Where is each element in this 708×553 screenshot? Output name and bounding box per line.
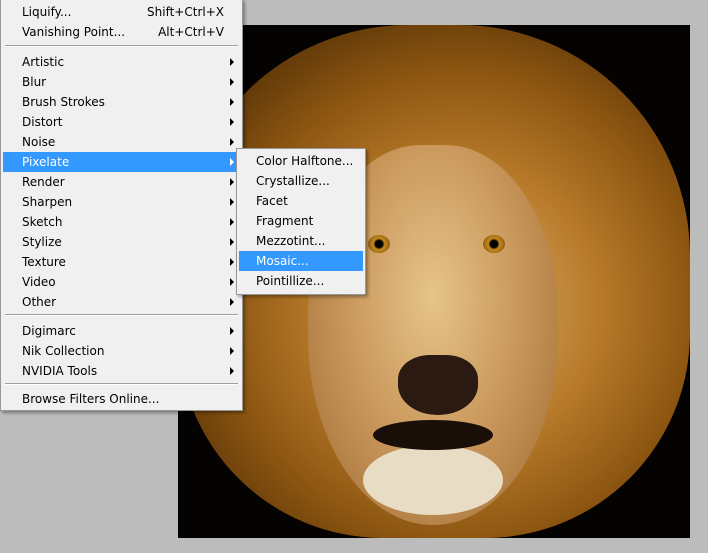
menu-item-label: Noise [22, 135, 56, 149]
menu-item-nvidia-tools[interactable]: NVIDIA Tools [3, 361, 240, 381]
menu-item-label: Other [22, 295, 57, 309]
menu-item-label: Video [22, 275, 56, 289]
menu-item-vanishing-point[interactable]: Vanishing Point... Alt+Ctrl+V [3, 22, 240, 42]
menu-item-label: Brush Strokes [22, 95, 105, 109]
submenu-arrow-icon [230, 158, 234, 166]
menu-item-artistic[interactable]: Artistic [3, 52, 240, 72]
submenu-arrow-icon [230, 327, 234, 335]
submenu-arrow-icon [230, 218, 234, 226]
menu-separator [5, 383, 238, 385]
submenu-arrow-icon [230, 278, 234, 286]
menu-item-stylize[interactable]: Stylize [3, 232, 240, 252]
menu-item-label: Pointillize... [256, 274, 325, 288]
menu-item-label: Digimarc [22, 324, 76, 338]
menu-item-label: Vanishing Point... [22, 25, 126, 39]
menu-item-sharpen[interactable]: Sharpen [3, 192, 240, 212]
submenu-arrow-icon [230, 78, 234, 86]
menu-item-label: Texture [22, 255, 66, 269]
menu-item-facet[interactable]: Facet [239, 191, 363, 211]
menu-item-noise[interactable]: Noise [3, 132, 240, 152]
pixelate-submenu: Color Halftone... Crystallize... Facet Frag… [236, 148, 366, 295]
menu-item-label: Fragment [256, 214, 314, 228]
menu-item-label: Sharpen [22, 195, 73, 209]
submenu-arrow-icon [230, 58, 234, 66]
menu-item-video[interactable]: Video [3, 272, 240, 292]
submenu-arrow-icon [230, 118, 234, 126]
menu-item-label: Crystallize... [256, 174, 330, 188]
menu-item-label: Nik Collection [22, 344, 105, 358]
menu-item-label: Browse Filters Online... [22, 392, 160, 406]
submenu-arrow-icon [230, 258, 234, 266]
menu-item-color-halftone[interactable]: Color Halftone... [239, 151, 363, 171]
submenu-arrow-icon [230, 238, 234, 246]
submenu-arrow-icon [230, 367, 234, 375]
menu-item-liquify[interactable]: Liquify... Shift+Ctrl+X [3, 2, 240, 22]
menu-item-label: Sketch [22, 215, 63, 229]
menu-item-label: Stylize [22, 235, 62, 249]
menu-item-label: Mosaic... [256, 254, 309, 268]
menu-separator [5, 45, 238, 47]
menu-item-label: Render [22, 175, 65, 189]
menu-separator [5, 314, 238, 316]
menu-item-other[interactable]: Other [3, 292, 240, 312]
menu-item-mezzotint[interactable]: Mezzotint... [239, 231, 363, 251]
submenu-arrow-icon [230, 178, 234, 186]
menu-item-sketch[interactable]: Sketch [3, 212, 240, 232]
filter-menu: Liquify... Shift+Ctrl+X Vanishing Point..… [0, 0, 243, 411]
menu-item-label: Distort [22, 115, 63, 129]
menu-item-label: Blur [22, 75, 47, 89]
menu-item-distort[interactable]: Distort [3, 112, 240, 132]
menu-item-label: Color Halftone... [256, 154, 354, 168]
shortcut-label: Alt+Ctrl+V [158, 25, 224, 39]
shortcut-label: Shift+Ctrl+X [147, 5, 224, 19]
submenu-arrow-icon [230, 98, 234, 106]
menu-item-pointillize[interactable]: Pointillize... [239, 271, 363, 291]
menu-item-browse-filters-online[interactable]: Browse Filters Online... [3, 389, 240, 409]
menu-item-mosaic[interactable]: Mosaic... [239, 251, 363, 271]
menu-item-label: Artistic [22, 55, 65, 69]
menu-item-fragment[interactable]: Fragment [239, 211, 363, 231]
menu-item-label: Pixelate [22, 155, 70, 169]
menu-item-label: Liquify... [22, 5, 72, 19]
menu-item-label: NVIDIA Tools [22, 364, 98, 378]
submenu-arrow-icon [230, 198, 234, 206]
menu-item-brush-strokes[interactable]: Brush Strokes [3, 92, 240, 112]
menu-item-crystallize[interactable]: Crystallize... [239, 171, 363, 191]
menu-item-label: Mezzotint... [256, 234, 326, 248]
menu-item-pixelate[interactable]: Pixelate [3, 152, 240, 172]
menu-item-blur[interactable]: Blur [3, 72, 240, 92]
submenu-arrow-icon [230, 298, 234, 306]
menu-item-nik-collection[interactable]: Nik Collection [3, 341, 240, 361]
menu-item-texture[interactable]: Texture [3, 252, 240, 272]
menu-item-label: Facet [256, 194, 288, 208]
submenu-arrow-icon [230, 347, 234, 355]
menu-item-digimarc[interactable]: Digimarc [3, 321, 240, 341]
menu-item-render[interactable]: Render [3, 172, 240, 192]
submenu-arrow-icon [230, 138, 234, 146]
